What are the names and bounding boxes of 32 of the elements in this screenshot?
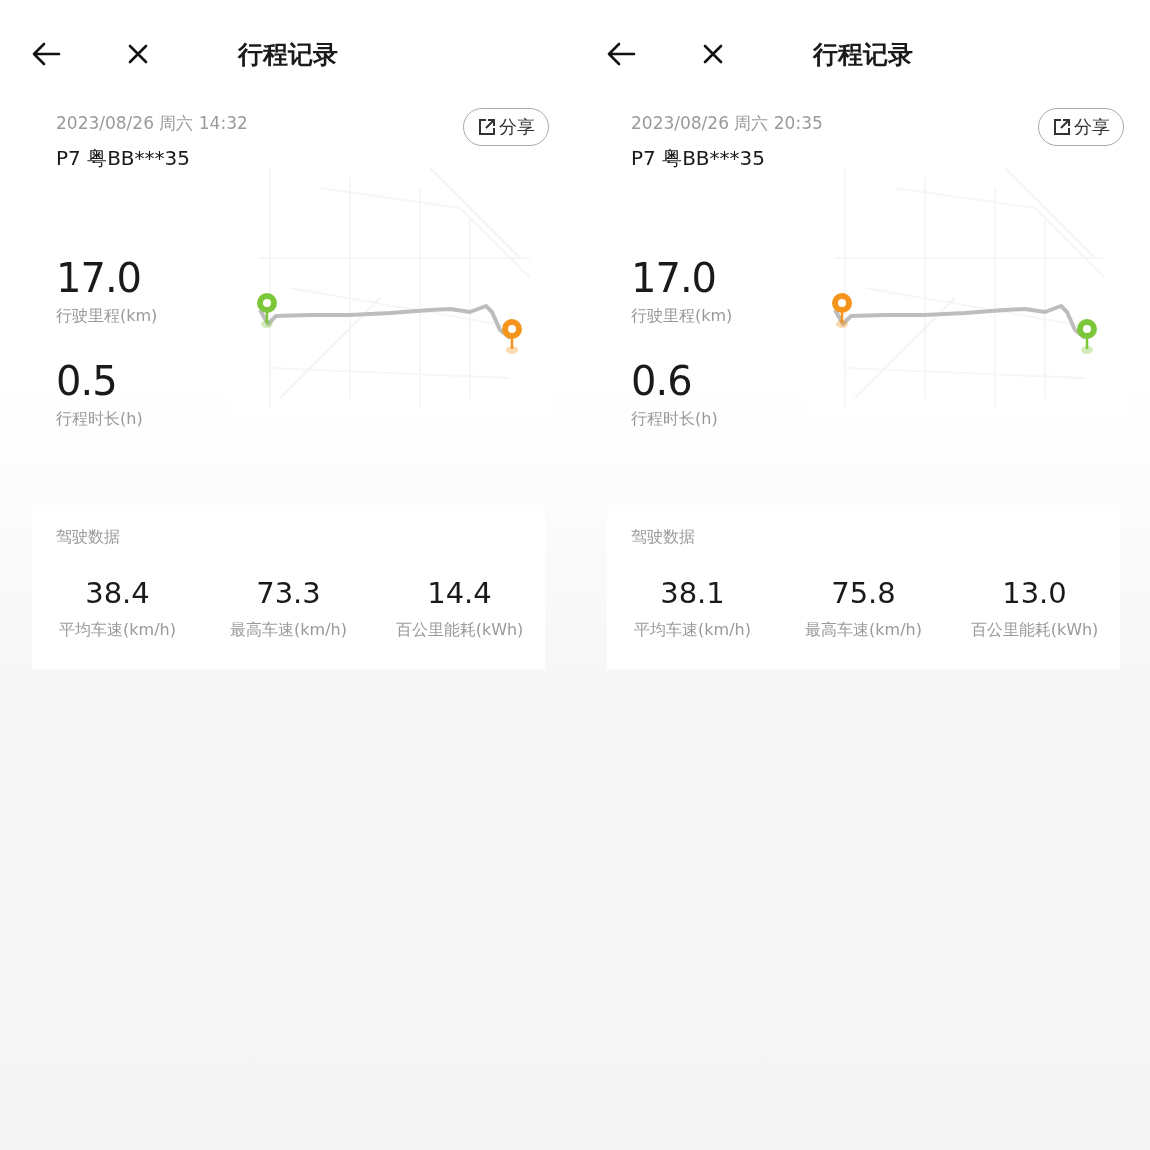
- stat-value: 14.4: [427, 576, 492, 610]
- share-icon: [477, 118, 496, 136]
- trip-datetime: 2023/08/26 周六 20:35: [631, 112, 823, 135]
- stat-label: 最高车速(km/h): [805, 620, 922, 641]
- stat-label: 最高车速(km/h): [230, 620, 347, 641]
- share-button[interactable]: 分享: [463, 108, 549, 146]
- duration-label: 行程时长(h): [56, 409, 143, 430]
- duration-value: 0.5: [56, 361, 117, 401]
- stat-value: 38.4: [85, 576, 150, 610]
- vehicle-plate: P7 粤BB***35: [631, 145, 766, 172]
- stat-label: 百公里能耗(kWh): [970, 620, 1099, 641]
- stat-label: 平均车速(km/h): [634, 620, 751, 641]
- card-heading: 驾驶数据: [56, 527, 121, 548]
- stat-value: 13.0: [1002, 576, 1067, 610]
- duration-value: 0.6: [631, 361, 692, 401]
- card-heading: 驾驶数据: [631, 527, 696, 548]
- stat-value: 73.3: [256, 576, 321, 610]
- stat-label: 平均车速(km/h): [59, 620, 176, 641]
- distance-label: 行驶里程(km): [56, 306, 158, 327]
- distance-value: 17.0: [56, 258, 142, 298]
- page-title: 行程记录: [812, 38, 913, 71]
- vehicle-plate: P7 粤BB***35: [56, 145, 191, 172]
- distance-value: 17.0: [631, 258, 717, 298]
- stat-label: 百公里能耗(kWh): [395, 620, 524, 641]
- stat-value: 38.1: [660, 576, 725, 610]
- share-icon: [1052, 118, 1071, 136]
- share-button[interactable]: 分享: [1038, 108, 1124, 146]
- stat-value: 75.8: [831, 576, 896, 610]
- page-title: 行程记录: [237, 38, 338, 71]
- trip-datetime: 2023/08/26 周六 14:32: [56, 112, 248, 135]
- duration-label: 行程时长(h): [631, 409, 718, 430]
- distance-label: 行驶里程(km): [631, 306, 733, 327]
